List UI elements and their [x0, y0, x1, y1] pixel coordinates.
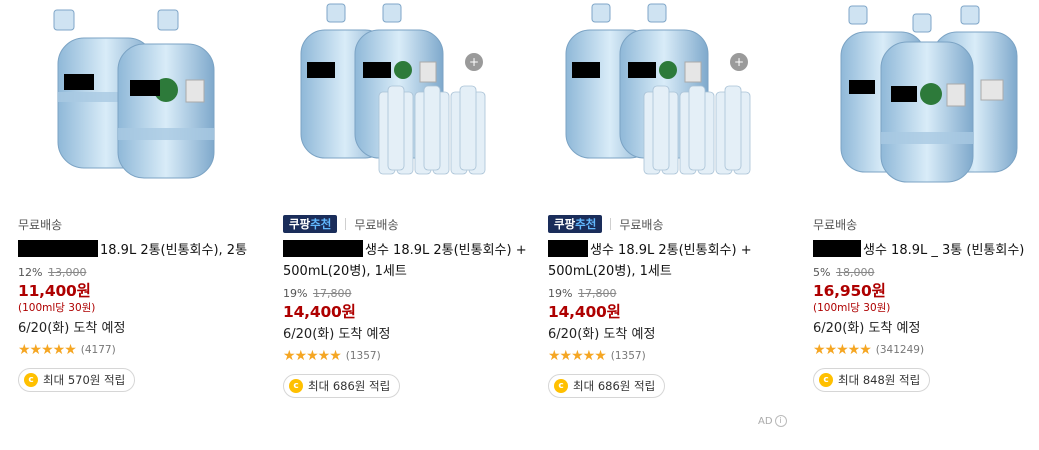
arrival-date: 6/20(화) 도착 예정: [813, 321, 921, 336]
svg-text:+: +: [469, 55, 479, 69]
unit-price: (100ml당 30원): [813, 302, 891, 314]
coin-icon: c: [819, 373, 833, 387]
rating: ★★★★★ (4177): [18, 340, 263, 360]
star-rating-icon: ★★★★★: [813, 342, 872, 358]
product-card[interactable]: + 쿠팡 추천 무료배송 생수 18.9L 2통(빈통회수) + 500mL(20…: [283, 0, 528, 420]
star-rating-icon: ★★★★★: [18, 342, 77, 358]
shipping-label: 무료배송: [813, 217, 858, 232]
product-card[interactable]: 무료배송 생수 18.9L _ 3통 (빈통회수) 5% 18,000 16,9…: [813, 0, 1039, 420]
coin-icon: c: [554, 379, 568, 393]
rating: ★★★★★ (341249): [813, 340, 1039, 360]
product-image[interactable]: [18, 0, 263, 200]
product-card[interactable]: 무료배송 18.9L 2통(빈통회수), 2통 12% 13,000 11,40…: [18, 0, 263, 420]
product-image[interactable]: +: [548, 0, 793, 200]
product-card[interactable]: + 쿠팡 추천 무료배송 생수 18.9L 2통(빈통회수) + 500mL(20…: [548, 0, 793, 420]
product-image[interactable]: +: [283, 0, 528, 200]
review-count: (341249): [875, 344, 925, 356]
star-rating-icon: ★★★★★: [283, 348, 342, 364]
shipping-label: 무료배송: [354, 217, 399, 232]
product-title[interactable]: 생수 18.9L _ 3통 (빈통회수): [813, 240, 1039, 261]
reward-badge: c 최대 848원 적립: [813, 368, 931, 392]
redacted-brand: [548, 240, 588, 257]
discount-line: 19% 17,800: [283, 287, 352, 300]
coupang-recommend-badge: 쿠팡 추천: [283, 215, 338, 233]
product-title[interactable]: 18.9L 2통(빈통회수), 2통: [18, 240, 263, 261]
coupang-recommend-badge: 쿠팡 추천: [548, 215, 603, 233]
coin-icon: c: [289, 379, 303, 393]
divider: [610, 218, 612, 230]
star-rating-icon: ★★★★★: [548, 348, 607, 364]
reward-badge: c 최대 570원 적립: [18, 368, 136, 392]
shipping-label: 무료배송: [18, 217, 63, 232]
price: 16,950원: [813, 282, 886, 300]
redacted-brand: [283, 240, 363, 257]
arrival-date: 6/20(화) 도착 예정: [548, 327, 656, 342]
shipping-label: 무료배송: [619, 217, 664, 232]
reward-badge: c 최대 686원 적립: [283, 374, 401, 398]
info-icon[interactable]: i: [774, 415, 787, 427]
review-count: (1357): [345, 350, 381, 362]
reward-badge: c 최대 686원 적립: [548, 374, 666, 398]
review-count: (1357): [610, 350, 646, 362]
price: 11,400원: [18, 282, 91, 300]
review-count: (4177): [80, 344, 116, 356]
product-title[interactable]: 생수 18.9L 2통(빈통회수) + 500mL(20병), 1세트: [283, 240, 528, 282]
ad-label[interactable]: AD i: [758, 415, 787, 427]
discount-line: 12% 13,000: [18, 266, 87, 279]
rating: ★★★★★ (1357): [283, 346, 528, 366]
arrival-date: 6/20(화) 도착 예정: [283, 327, 391, 342]
divider: [345, 218, 347, 230]
redacted-brand: [18, 240, 98, 257]
arrival-date: 6/20(화) 도착 예정: [18, 321, 126, 336]
discount-line: 5% 18,000: [813, 266, 875, 279]
price: 14,400원: [548, 303, 621, 321]
svg-text:+: +: [734, 55, 744, 69]
product-title[interactable]: 생수 18.9L 2통(빈통회수) + 500mL(20병), 1세트: [548, 240, 793, 282]
price: 14,400원: [283, 303, 356, 321]
discount-line: 19% 17,800: [548, 287, 617, 300]
redacted-brand: [813, 240, 861, 257]
coin-icon: c: [24, 373, 38, 387]
product-image[interactable]: [813, 0, 1039, 200]
rating: ★★★★★ (1357): [548, 346, 793, 366]
unit-price: (100ml당 30원): [18, 302, 96, 314]
